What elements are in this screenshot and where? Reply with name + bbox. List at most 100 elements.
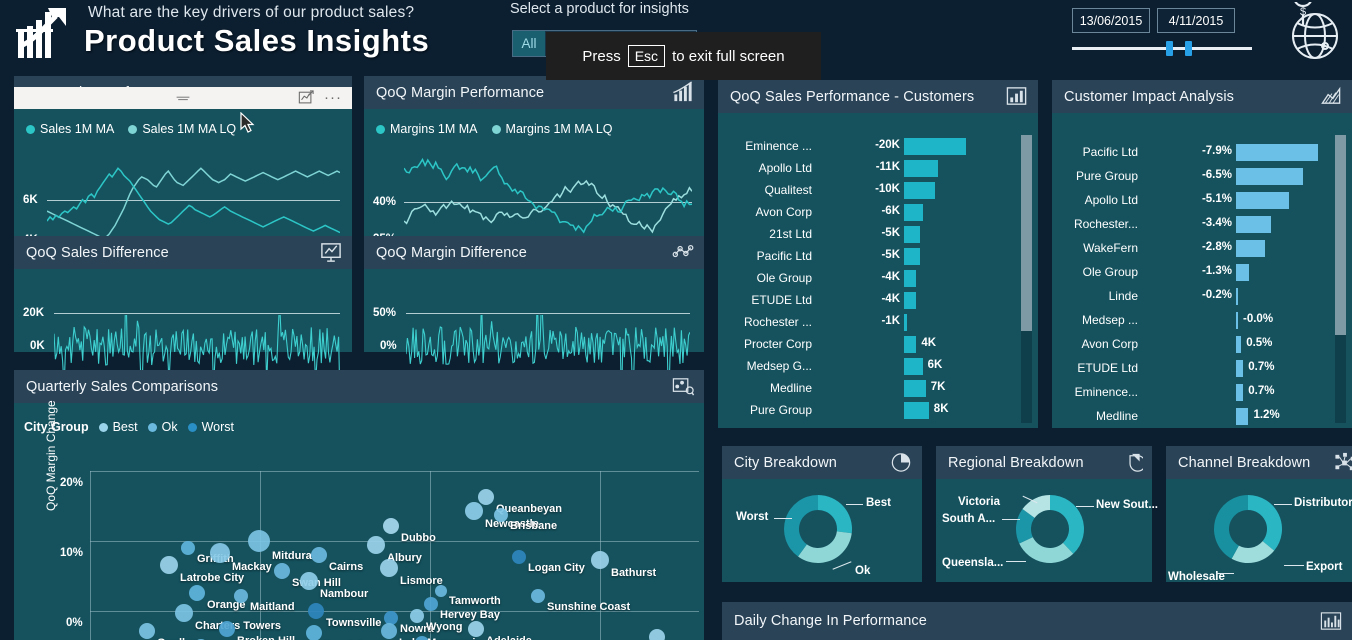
bar-row[interactable]: Ole Group -4K — [718, 267, 1038, 289]
scatter-point[interactable] — [367, 536, 385, 554]
bar-rect[interactable] — [1236, 336, 1242, 353]
bar-row[interactable]: Avon Corp 0.5% — [1052, 333, 1352, 355]
scatter-point[interactable] — [383, 518, 399, 534]
vertical-scrollbar[interactable] — [1021, 135, 1032, 423]
date-slider-handle-end[interactable] — [1185, 41, 1192, 56]
more-options-ellipsis[interactable]: ··· — [324, 89, 342, 106]
bar-rect[interactable] — [1236, 288, 1239, 305]
visual-hover-toolbar[interactable]: ··· — [14, 87, 352, 109]
scatter-point[interactable] — [139, 623, 155, 639]
bar-rect[interactable] — [1236, 240, 1266, 257]
bar-rect[interactable] — [904, 138, 966, 155]
bar-rect[interactable] — [1236, 360, 1244, 377]
bar-rect[interactable] — [1236, 216, 1272, 233]
bar-row[interactable]: Apollo Ltd -5.1% — [1052, 189, 1352, 211]
scatter-point[interactable] — [189, 585, 205, 601]
scatter-point[interactable] — [424, 597, 438, 611]
bar-row[interactable]: Pacific Ltd -7.9% — [1052, 141, 1352, 163]
bar-row[interactable]: Ole Group -1.3% — [1052, 261, 1352, 283]
legend-item-ok[interactable]: Ok — [147, 420, 178, 434]
bar-rect[interactable] — [904, 248, 920, 265]
scatter-point[interactable] — [210, 543, 230, 563]
bar-rect[interactable] — [1236, 312, 1238, 329]
channel-breakdown-donut[interactable] — [1206, 487, 1290, 571]
date-slider-handle-start[interactable] — [1166, 41, 1173, 56]
vertical-scrollbar[interactable] — [1335, 135, 1346, 423]
bar-rect[interactable] — [1236, 168, 1304, 185]
bar-row[interactable]: ETUDE Ltd 0.7% — [1052, 357, 1352, 379]
regional-breakdown-donut[interactable] — [1008, 487, 1092, 571]
bar-row[interactable]: 21st Ltd -5K — [718, 223, 1038, 245]
donut-slice[interactable] — [798, 531, 852, 563]
scatter-point[interactable] — [468, 621, 484, 637]
scatter-point[interactable] — [380, 559, 398, 577]
donut-slice[interactable] — [1050, 495, 1084, 554]
date-slider-track[interactable] — [1072, 47, 1252, 50]
scatter-point[interactable] — [311, 547, 327, 563]
bar-rect[interactable] — [904, 160, 939, 177]
product-slicer-value[interactable]: All — [513, 31, 545, 56]
bar-row[interactable]: Rochester ... -1K — [718, 311, 1038, 333]
chart-legend[interactable]: Margins 1M MA Margins 1M MA LQ — [376, 122, 613, 136]
bar-row[interactable]: Medline 1.2% — [1052, 405, 1352, 427]
scatter-point[interactable] — [531, 589, 545, 603]
scatter-point[interactable] — [181, 541, 195, 555]
scatter-point[interactable] — [381, 623, 397, 639]
bar-row[interactable]: Pure Group 8K — [718, 399, 1038, 421]
bar-row[interactable]: Rochester... -3.4% — [1052, 213, 1352, 235]
bar-rect[interactable] — [1236, 192, 1289, 209]
scatter-point[interactable] — [435, 585, 447, 597]
scatter-point[interactable] — [410, 609, 424, 623]
bar-rect[interactable] — [904, 226, 920, 243]
scatter-point[interactable] — [649, 629, 665, 640]
scatter-point[interactable] — [591, 551, 609, 569]
bar-row[interactable]: Eminence ... -20K — [718, 135, 1038, 157]
legend-item[interactable]: Sales 1M MA LQ — [128, 122, 236, 136]
bar-row[interactable]: Eminence... 0.7% — [1052, 381, 1352, 403]
bar-row[interactable]: Avon Corp -6K — [718, 201, 1038, 223]
bar-rect[interactable] — [904, 380, 926, 397]
scatter-point[interactable] — [274, 563, 290, 579]
scatter-point[interactable] — [465, 502, 483, 520]
bar-rect[interactable] — [904, 336, 917, 353]
filter-hamburger-icon[interactable] — [175, 92, 191, 104]
legend-item[interactable]: Margins 1M MA — [376, 122, 478, 136]
scatter-point[interactable] — [300, 572, 318, 590]
focus-mode-icon[interactable] — [298, 90, 314, 106]
legend-item-best[interactable]: Best — [98, 420, 138, 434]
scatter-point[interactable] — [512, 550, 526, 564]
date-to-field[interactable]: 4/11/2015 — [1157, 8, 1235, 33]
chart-legend[interactable]: Sales 1M MA Sales 1M MA LQ — [26, 122, 236, 136]
scatter-point[interactable] — [234, 589, 248, 603]
bar-rect[interactable] — [904, 182, 935, 199]
legend-item[interactable]: Margins 1M MA LQ — [491, 122, 613, 136]
bar-rect[interactable] — [904, 314, 908, 331]
bar-row[interactable]: Linde -0.2% — [1052, 285, 1352, 307]
scrollbar-thumb[interactable] — [1021, 135, 1032, 331]
bar-rect[interactable] — [904, 204, 923, 221]
bar-row[interactable]: Pacific Ltd -5K — [718, 245, 1038, 267]
donut-slice[interactable] — [818, 495, 852, 534]
scatter-point[interactable] — [306, 625, 322, 640]
scatter-point[interactable] — [175, 604, 193, 622]
bar-row[interactable]: Medsep ... -0.0% — [1052, 309, 1352, 331]
scatter-point[interactable] — [494, 508, 508, 522]
scatter-point[interactable] — [248, 530, 270, 552]
bar-rect[interactable] — [1236, 144, 1318, 161]
bar-row[interactable]: Qualitest -10K — [718, 179, 1038, 201]
scatter-point[interactable] — [160, 556, 178, 574]
donut-slice[interactable] — [784, 495, 818, 557]
bar-row[interactable]: Procter Corp 4K — [718, 333, 1038, 355]
bar-row[interactable]: Medsep G... 6K — [718, 355, 1038, 377]
date-from-field[interactable]: 13/06/2015 — [1072, 8, 1150, 33]
bar-rect[interactable] — [1236, 384, 1244, 401]
bar-rect[interactable] — [1236, 264, 1250, 281]
scrollbar-thumb[interactable] — [1335, 135, 1346, 335]
legend-item[interactable]: Sales 1M MA — [26, 122, 114, 136]
scatter-point[interactable] — [478, 489, 494, 505]
bar-row[interactable]: Pure Group -6.5% — [1052, 165, 1352, 187]
scatter-plot-area[interactable]: GriffithMackayMitduraCairnsAlburyDubboNe… — [90, 471, 699, 640]
scatter-point[interactable] — [219, 621, 235, 637]
bar-rect[interactable] — [1236, 408, 1249, 425]
bar-rect[interactable] — [904, 270, 917, 287]
